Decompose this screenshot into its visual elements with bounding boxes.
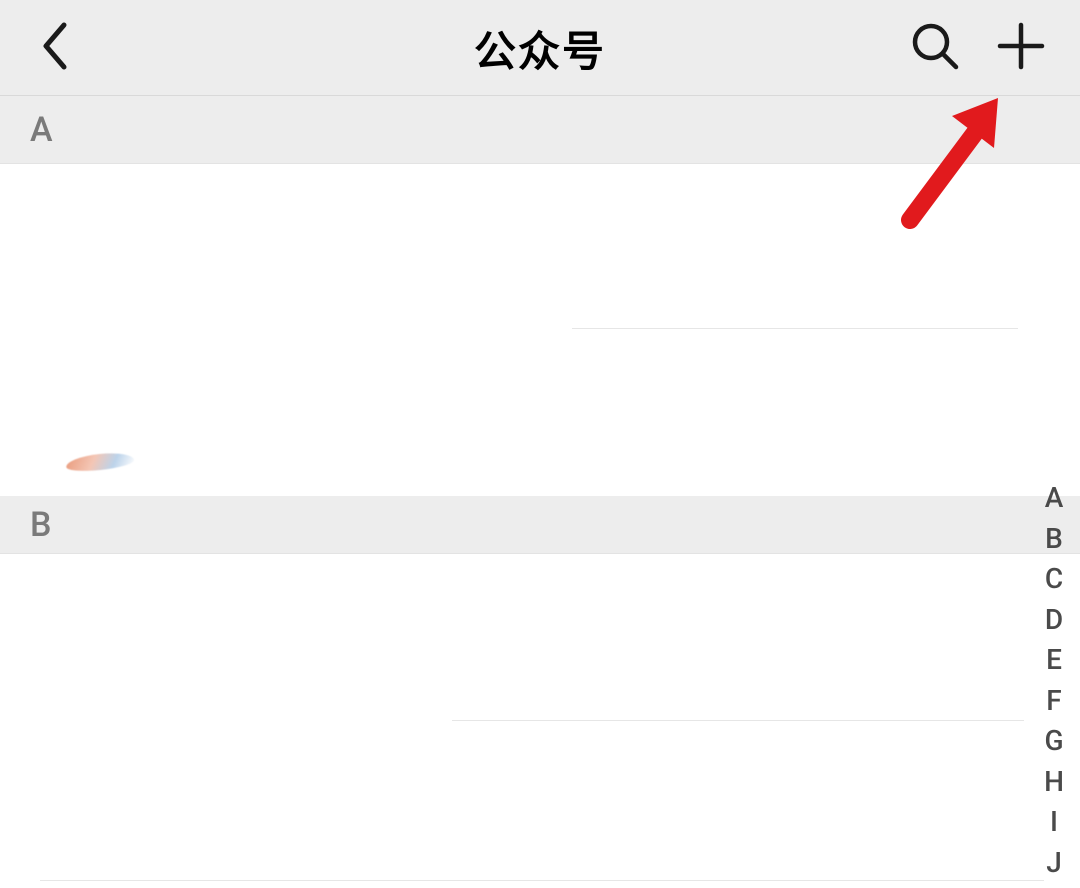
section-content-B (0, 554, 1080, 888)
search-icon (910, 21, 960, 75)
alpha-index-item[interactable]: D (1034, 600, 1074, 641)
section-header-B[interactable]: B (0, 496, 1080, 554)
avatar-fragment (65, 450, 134, 473)
alpha-index-item[interactable]: F (1034, 681, 1074, 722)
search-button[interactable] (892, 0, 978, 96)
navbar: 公众号 (0, 0, 1080, 96)
section-B: B (0, 496, 1080, 888)
page-title: 公众号 (474, 18, 606, 79)
list-divider (40, 880, 1044, 881)
alpha-index[interactable]: A B C D E F G H I J (1034, 478, 1074, 883)
list-divider (572, 328, 1018, 329)
plus-icon (996, 21, 1046, 75)
alpha-index-item[interactable]: C (1034, 559, 1074, 600)
section-A: A (0, 96, 1080, 496)
add-button[interactable] (978, 0, 1064, 96)
alpha-index-item[interactable]: A (1034, 478, 1074, 519)
alpha-index-item[interactable]: B (1034, 519, 1074, 560)
list-divider (452, 720, 1024, 721)
section-letter: A (30, 110, 53, 150)
alpha-index-item[interactable]: G (1034, 721, 1074, 762)
section-content-A (0, 164, 1080, 496)
navbar-actions (892, 0, 1064, 96)
alpha-index-item[interactable]: I (1034, 802, 1074, 843)
section-header-A[interactable]: A (0, 96, 1080, 164)
alpha-index-item[interactable]: E (1034, 640, 1074, 681)
section-letter: B (30, 505, 51, 545)
alpha-index-item[interactable]: J (1034, 843, 1074, 884)
alpha-index-item[interactable]: H (1034, 762, 1074, 803)
navbar-divider (0, 95, 1080, 96)
chevron-left-icon (40, 21, 68, 75)
back-button[interactable] (18, 0, 90, 96)
